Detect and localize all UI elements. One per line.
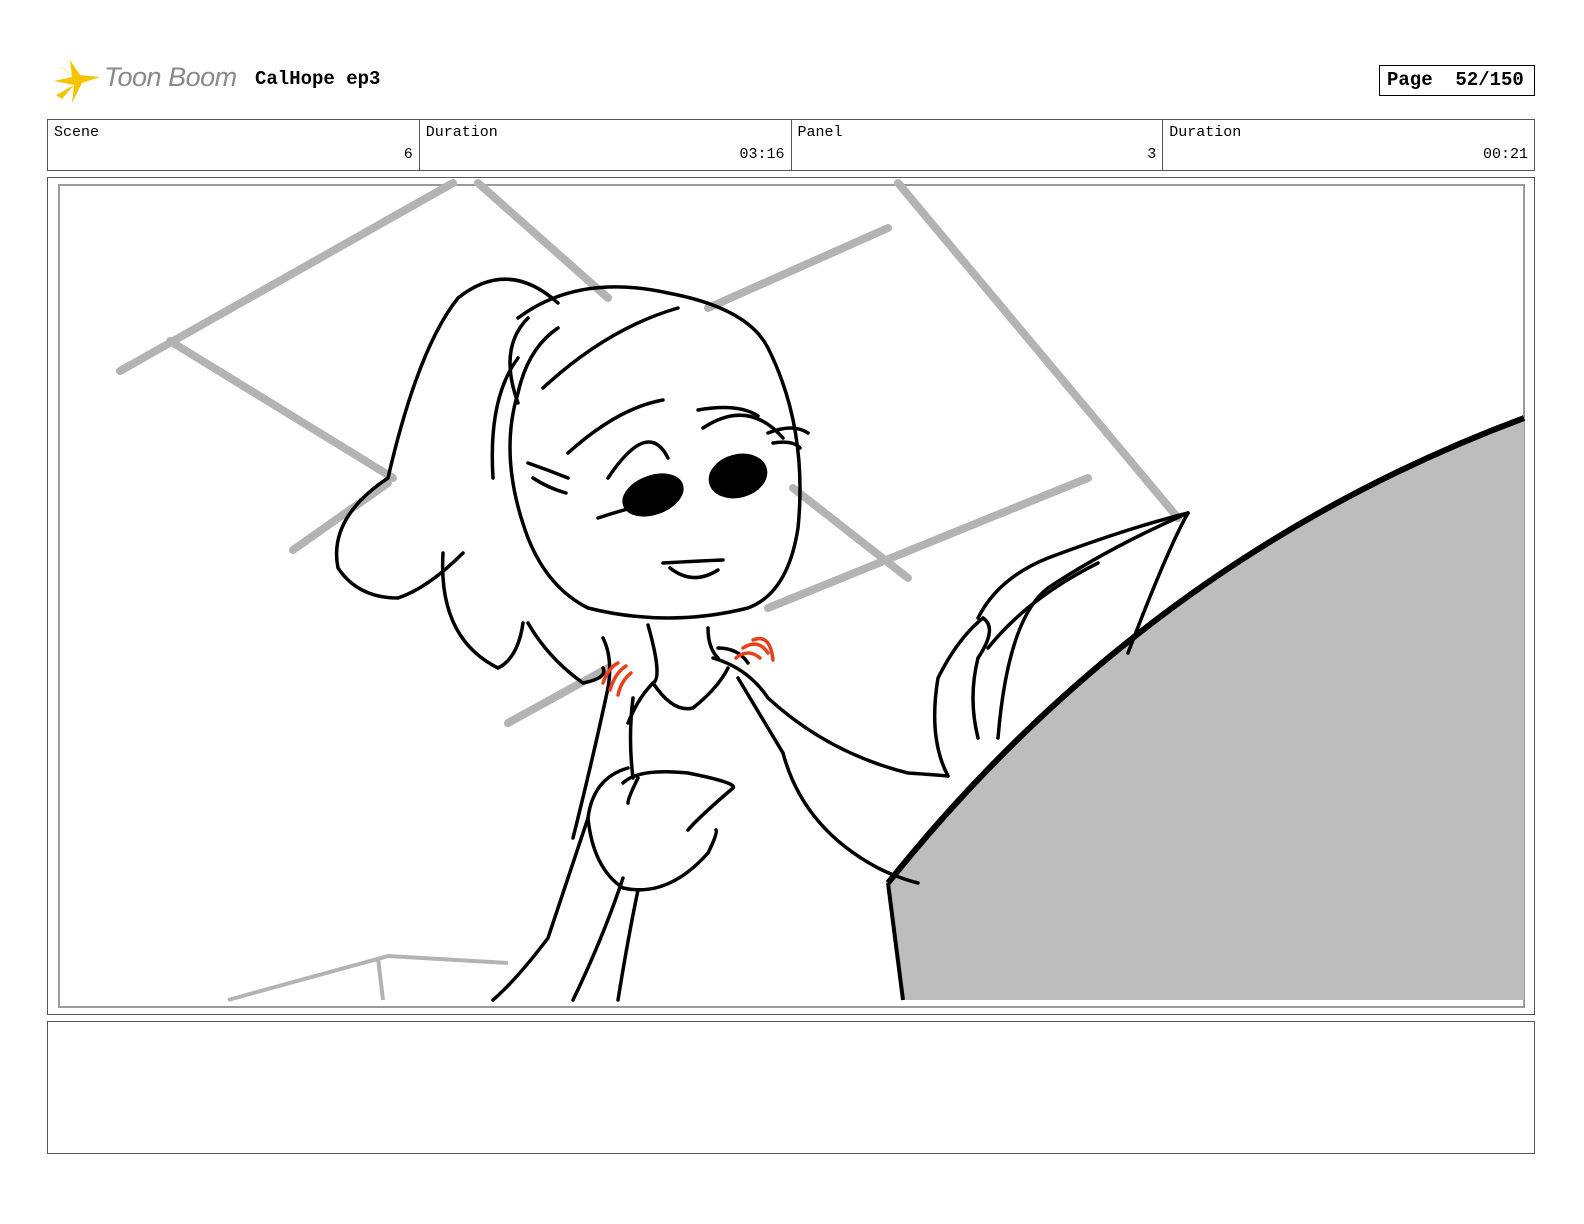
storyboard-sketch (58, 179, 1526, 1008)
notes-text (48, 1022, 1534, 1038)
action-marks (601, 636, 775, 697)
panel-info-row: Scene 6 Duration 03:16 Panel 3 Duration … (47, 119, 1535, 171)
panel-duration-value: 00:21 (1482, 146, 1528, 163)
panel-cell: Panel 3 (792, 120, 1164, 170)
storyboard-panel (47, 177, 1535, 1015)
scene-value: 6 (403, 146, 413, 163)
scene-cell: Scene 6 (48, 120, 420, 170)
page-indicator: Page 52/150 (1379, 65, 1535, 96)
notes-box (47, 1021, 1535, 1154)
background-ceiling-lines (116, 179, 1182, 727)
logo-text: Toon Boom (104, 62, 237, 92)
scene-duration-cell: Duration 03:16 (420, 120, 792, 170)
panel-value: 3 (1147, 146, 1157, 163)
panel-label: Panel (797, 124, 843, 141)
foreground-shape (888, 418, 1524, 1000)
panel-duration-label: Duration (1169, 124, 1242, 141)
page-label: Page (1387, 69, 1433, 91)
panel-duration-cell: Duration 00:21 (1163, 120, 1534, 170)
background-floor-lines (227, 953, 509, 1002)
project-title: CalHope ep3 (255, 68, 381, 90)
scene-duration-label: Duration (425, 124, 498, 141)
page-number: 52/150 (1455, 69, 1524, 91)
scene-duration-value: 03:16 (739, 146, 785, 163)
scene-label: Scene (54, 124, 100, 141)
